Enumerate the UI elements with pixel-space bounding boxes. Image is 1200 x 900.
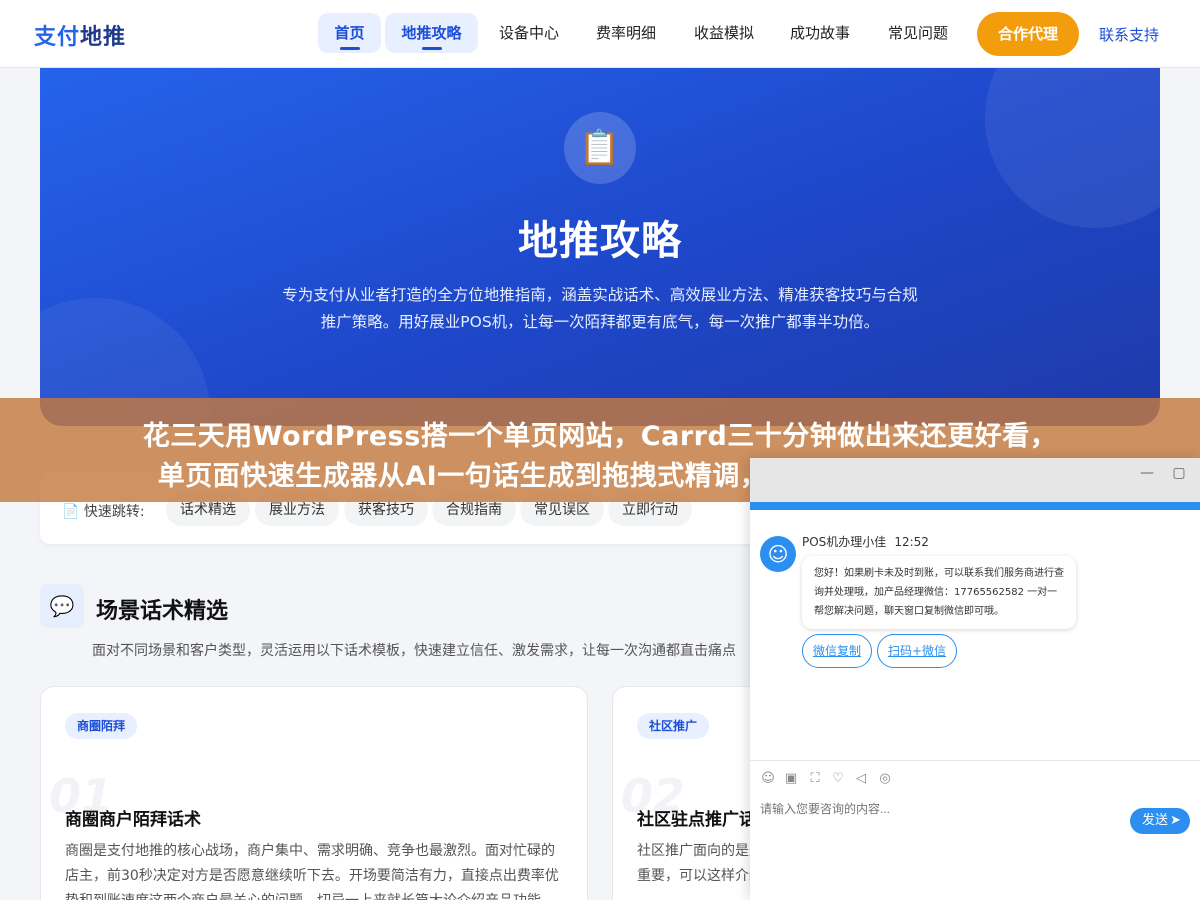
document-icon: 📄 — [62, 504, 80, 520]
chat-toolbar: ☺ ▣ ⛶ ♡ ◁ ◎ — [750, 760, 1200, 794]
emoji-icon[interactable]: ☺ — [760, 771, 776, 787]
message-bubble: 您好！如果刷卡未及时到账，可以联系我们服务商进行查询并处理哦，加产品经理微信：1… — [802, 556, 1076, 629]
screenshot-icon[interactable]: ⛶ — [807, 771, 823, 787]
card-title: 商圈商户陌拜话术 — [65, 810, 201, 830]
switch-chat-icon[interactable]: ◎ — [877, 771, 893, 787]
card-tag: 社区推广 — [637, 713, 710, 739]
hero-description: 专为支付从业者打造的全方位地推指南，涵盖实战话术、高效展业方法、精准获客技巧与合… — [282, 286, 918, 331]
logo-part1: 支付 — [34, 25, 81, 50]
nav-item-earnings[interactable]: 收益模拟 — [680, 13, 768, 53]
chat-icon: 💬 — [40, 584, 84, 628]
script-card: 商圈陌拜 01 商圈商户陌拜话术 商圈是支付地推的核心战场，商户集中、需求明确、… — [40, 686, 588, 900]
send-arrow-icon: ➤ — [1170, 813, 1181, 828]
contact-support-link[interactable]: 联系支持 — [1099, 24, 1159, 45]
banner-line-1: 花三天用WordPress搭一个单页网站，Carrd三十分钟做出来还更好看， — [142, 421, 1058, 452]
quick-jump-label: 📄 快速跳转: — [62, 501, 145, 521]
nav-item-stories[interactable]: 成功故事 — [776, 13, 864, 53]
quick-jump-label-text: 快速跳转: — [83, 504, 145, 520]
logo-part2: 地推 — [80, 25, 127, 50]
card-text: 商圈是支付地推的核心战场，商户集中、需求明确、竞争也最激烈。面对忙碌的店主，前3… — [65, 843, 559, 900]
minimize-icon[interactable]: — — [1138, 464, 1156, 482]
partner-agent-button[interactable]: 合作代理 — [977, 12, 1079, 56]
send-button[interactable]: 发送 ➤ — [1130, 808, 1190, 834]
nav-item-rates[interactable]: 费率明细 — [582, 13, 670, 53]
nav-item-faq[interactable]: 常见问题 — [874, 13, 962, 53]
nav-item-home[interactable]: 首页 — [318, 13, 381, 53]
hero-decor-circle — [985, 68, 1160, 228]
site-logo[interactable]: 支付地推 — [34, 19, 126, 51]
evaluate-icon[interactable]: ♡ — [830, 771, 846, 787]
hero-section: 📋 地推攻略 专为支付从业者打造的全方位地推指南，涵盖实战话术、高效展业方法、精… — [40, 68, 1160, 426]
message-time: 12:52 — [894, 535, 929, 549]
scan-wechat-button[interactable]: 扫码+微信 — [877, 634, 958, 668]
message-sender: POS机办理小佳 12:52 — [802, 533, 929, 550]
section-title: 场景话术精选 — [96, 599, 229, 624]
top-navbar: 支付地推 首页 地推攻略 设备中心 费率明细 收益模拟 成功故事 常见问题 合作… — [0, 0, 1200, 68]
sound-icon[interactable]: ◁ — [853, 771, 869, 787]
section-description: 面对不同场景和客户类型，灵活运用以下话术模板，快速建立信任、激发需求，让每一次沟… — [92, 643, 736, 659]
chat-message-input[interactable] — [760, 802, 1060, 816]
send-label: 发送 — [1142, 813, 1169, 828]
chat-header: — ▢ — [750, 458, 1200, 502]
card-tag: 商圈陌拜 — [65, 713, 138, 739]
agent-avatar: ☺ — [760, 536, 796, 572]
copy-wechat-button[interactable]: 微信复制 — [802, 634, 873, 668]
chat-accent-bar — [750, 502, 1200, 510]
image-icon[interactable]: ▣ — [783, 771, 799, 787]
hero-title: 地推攻略 — [518, 218, 682, 264]
nav-item-strategy[interactable]: 地推攻略 — [385, 13, 478, 53]
maximize-icon[interactable]: ▢ — [1170, 464, 1188, 482]
clipboard-icon: 📋 — [564, 112, 636, 184]
agent-name: POS机办理小佳 — [802, 535, 887, 549]
nav-item-devices[interactable]: 设备中心 — [485, 13, 573, 53]
chat-widget: — ▢ ☺ POS机办理小佳 12:52 您好！如果刷卡未及时到账，可以联系我们服… — [750, 458, 1200, 900]
